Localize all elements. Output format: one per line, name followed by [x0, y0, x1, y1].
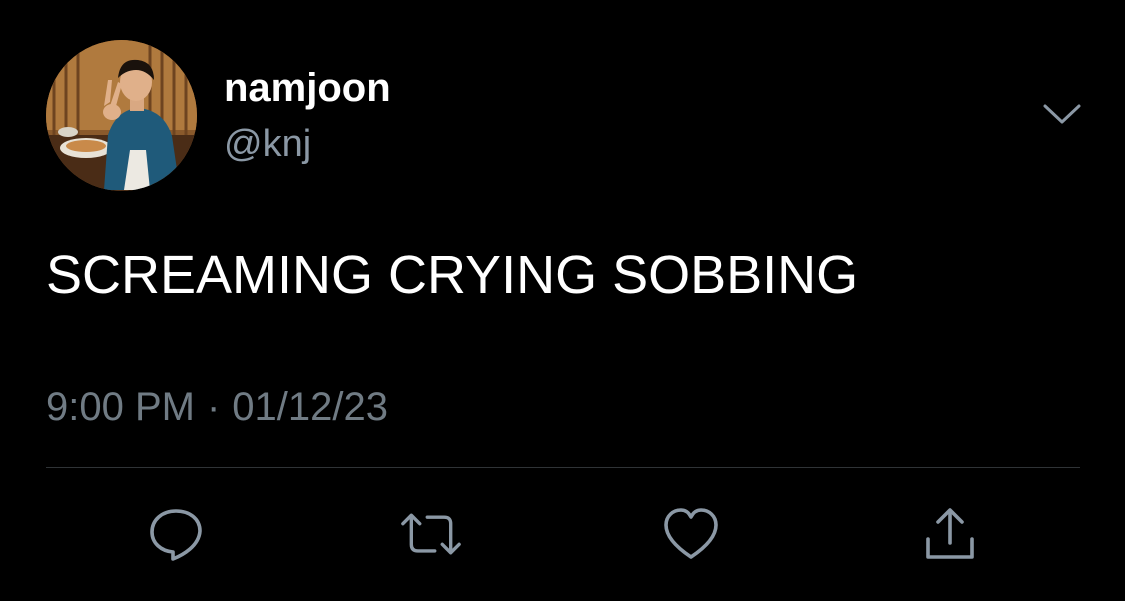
- meta-separator: ·: [206, 385, 221, 429]
- display-name[interactable]: namjoon: [224, 64, 391, 112]
- speech-bubble-icon: [150, 509, 202, 561]
- share-upload-icon: [926, 508, 974, 559]
- more-options-button[interactable]: [1036, 94, 1088, 134]
- avatar[interactable]: [46, 40, 197, 191]
- tweet-date[interactable]: 01/12/23: [232, 385, 388, 429]
- chevron-down-icon: [1043, 104, 1081, 124]
- tweet-timestamp: 9:00 PM · 01/12/23: [46, 383, 388, 431]
- user-handle[interactable]: @knj: [224, 122, 311, 166]
- tweet-card: namjoon @knj SCREAMING CRYING SOBBING 9:…: [0, 0, 1125, 601]
- divider: [46, 467, 1080, 468]
- share-button[interactable]: [920, 504, 980, 564]
- tweet-time[interactable]: 9:00 PM: [46, 385, 195, 429]
- retweet-arrows-icon: [401, 513, 461, 555]
- retweet-button[interactable]: [401, 504, 461, 564]
- tweet-text: SCREAMING CRYING SOBBING: [46, 245, 859, 305]
- heart-icon: [664, 508, 718, 559]
- reply-button[interactable]: [146, 504, 206, 564]
- profile-photo: [46, 40, 197, 191]
- like-button[interactable]: [661, 504, 721, 564]
